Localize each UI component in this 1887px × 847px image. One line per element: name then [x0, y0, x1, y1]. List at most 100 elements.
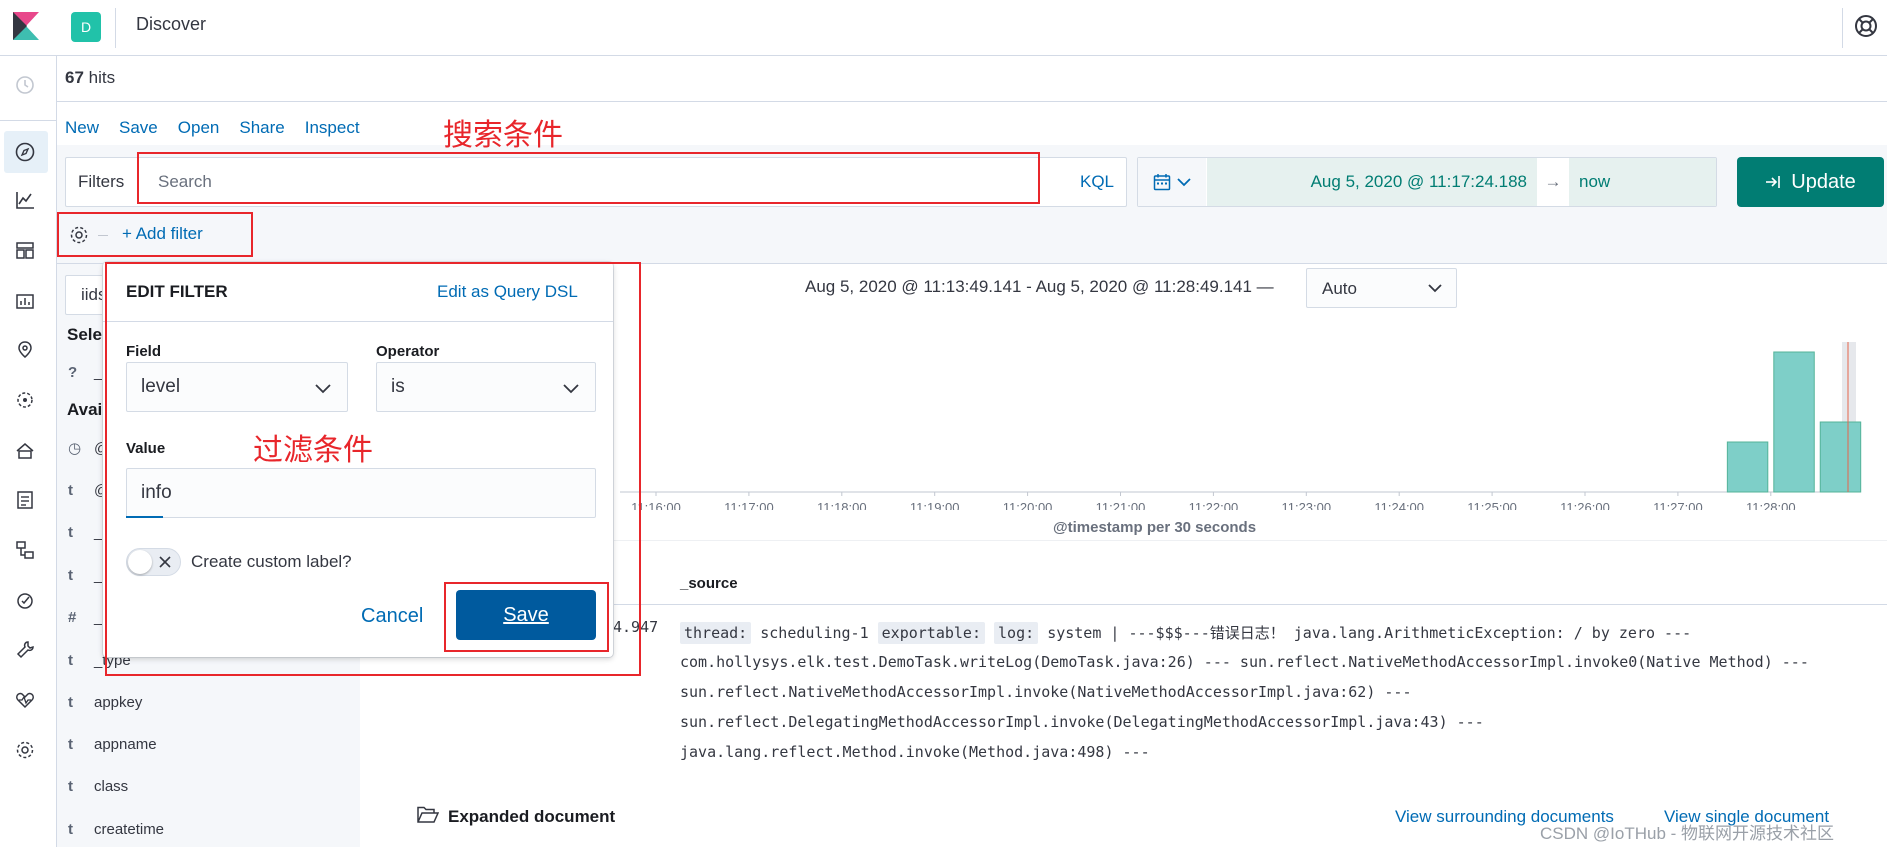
- source-line: com.hollysys.elk.test.DemoTask.writeLog(…: [680, 653, 1809, 671]
- filters-label: Filters: [78, 172, 125, 191]
- histogram-tick-label: 11:28:00: [1746, 500, 1796, 510]
- histogram-chart: 11:16:00 11:17:00 11:18:00 11:19:00 11:20:00…: [620, 342, 1862, 510]
- hits-count: 67 hits: [65, 68, 115, 88]
- histogram-tick-label: 11:25:00: [1467, 500, 1517, 510]
- maps-icon[interactable]: [12, 337, 38, 363]
- histogram-tick-label: 11:27:00: [1653, 500, 1703, 510]
- expanded-document-title: Expanded document: [448, 807, 616, 826]
- available-fields-heading: Avail: [67, 400, 108, 419]
- side-nav: [0, 56, 57, 847]
- field-type-icon: ?: [68, 364, 78, 381]
- management-gear-icon[interactable]: [12, 737, 38, 763]
- source-column-header: _source: [680, 575, 738, 592]
- field-value: system | ---$$$---错误日志！ java.lang.Arithm…: [1047, 624, 1692, 642]
- field-item[interactable]: t appname: [68, 736, 157, 753]
- watermark: CSDN @IoTHub - 物联网开源技术社区: [1540, 824, 1835, 843]
- histogram-tick-label: 11:21:00: [1096, 500, 1146, 510]
- field-type-icon: #: [68, 609, 77, 626]
- nav-divider: [0, 120, 56, 121]
- dev-tools-wrench-icon[interactable]: [12, 637, 38, 663]
- monitoring-heartbeat-icon[interactable]: [12, 687, 38, 713]
- histogram-tick-label: 11:22:00: [1189, 500, 1239, 510]
- hits-divider: [57, 101, 1887, 102]
- discover-compass-icon[interactable]: [12, 139, 38, 165]
- histogram-tick-label: 11:17:00: [724, 500, 774, 510]
- open-link[interactable]: Open: [178, 118, 220, 138]
- field-name: appkey: [94, 694, 143, 711]
- header-divider-right: [1842, 8, 1843, 48]
- refresh-icon: [1766, 176, 1781, 188]
- new-link[interactable]: New: [65, 118, 99, 138]
- save-link[interactable]: Save: [119, 118, 158, 138]
- histogram-bar[interactable]: [1773, 351, 1815, 493]
- histogram-tick-label: 11:26:00: [1560, 500, 1610, 510]
- field-type-icon: t: [68, 524, 73, 541]
- field-type-icon: t: [68, 736, 73, 753]
- histogram-time-range: Aug 5, 2020 @ 11:13:49.141 - Aug 5, 2020…: [805, 277, 1274, 296]
- field-key: thread:: [680, 622, 752, 644]
- visualize-chart-icon[interactable]: [12, 187, 38, 213]
- quick-menu-button[interactable]: [1138, 158, 1206, 206]
- source-line: thread: scheduling-1 exportable: log: sy…: [680, 622, 1692, 644]
- source-line: sun.reflect.NativeMethodAccessorImpl.inv…: [680, 683, 1412, 701]
- add-filter-annotation-box: [57, 212, 253, 257]
- source-line: java.lang.reflect.Method.invoke(Method.j…: [680, 743, 1150, 761]
- filter-annotation-text: 过滤条件: [253, 433, 373, 468]
- calendar-icon: [1153, 174, 1171, 191]
- update-label: Update: [1791, 170, 1856, 193]
- kibana-logo[interactable]: [13, 12, 39, 40]
- start-date-button[interactable]: Aug 5, 2020 @ 11:17:24.188: [1207, 158, 1537, 206]
- field-name: class: [94, 778, 129, 795]
- search-annotation-text: 搜索条件: [443, 118, 563, 153]
- ml-icon[interactable]: [12, 387, 38, 413]
- interval-value: Auto: [1322, 279, 1357, 298]
- field-key: log:: [994, 622, 1039, 644]
- source-line: sun.reflect.DelegatingMethodAccessorImpl…: [680, 713, 1484, 731]
- field-type-icon: t: [68, 482, 73, 499]
- field-item[interactable]: t appkey: [68, 694, 142, 711]
- field-value: scheduling-1: [760, 624, 869, 642]
- field-type-icon: t: [68, 778, 73, 795]
- save-annotation-box: [444, 582, 609, 652]
- histogram-bar[interactable]: [1819, 421, 1862, 493]
- field-type-icon: t: [68, 652, 73, 669]
- date-arrow-icon: →: [1544, 172, 1562, 191]
- interval-select[interactable]: Auto: [1306, 268, 1457, 308]
- dashboard-icon[interactable]: [12, 237, 38, 263]
- table-header-border: [613, 604, 1887, 605]
- header-divider: [115, 8, 116, 48]
- inspect-link[interactable]: Inspect: [305, 118, 360, 138]
- share-link[interactable]: Share: [239, 118, 284, 138]
- field-item[interactable]: t createtime: [68, 821, 164, 838]
- top-header: D Discover: [0, 0, 1887, 56]
- histogram-tick-label: 11:24:00: [1374, 500, 1424, 510]
- histogram-x-label: @timestamp per 30 seconds: [1053, 519, 1257, 536]
- field-item[interactable]: t class: [68, 778, 128, 795]
- clock-icon: ◷: [68, 440, 82, 457]
- field-name: createtime: [94, 821, 165, 838]
- chevron-down-icon: [1177, 178, 1191, 187]
- histogram-tick-label: 11:18:00: [817, 500, 867, 510]
- uptime-icon[interactable]: [12, 587, 38, 613]
- canvas-icon[interactable]: [12, 287, 38, 313]
- field-type-icon: t: [68, 567, 73, 584]
- page-title: Discover: [136, 14, 207, 34]
- infrastructure-icon[interactable]: [12, 437, 38, 463]
- field-type-icon: t: [68, 694, 73, 711]
- space-avatar[interactable]: D: [71, 12, 101, 42]
- folder-open-icon: [417, 806, 440, 829]
- logs-icon[interactable]: [12, 487, 38, 513]
- field-type-icon: t: [68, 821, 73, 838]
- hits-number: 67: [65, 68, 84, 87]
- end-date-button[interactable]: now: [1569, 158, 1716, 206]
- help-icon[interactable]: [1853, 13, 1879, 39]
- apm-icon[interactable]: [12, 537, 38, 563]
- recent-clock-icon[interactable]: [12, 72, 38, 98]
- histogram-tick-label: 11:23:00: [1281, 500, 1331, 510]
- update-button[interactable]: Update: [1737, 157, 1884, 207]
- hits-label: hits: [88, 68, 116, 87]
- top-nav-menu: New Save Open Share Inspect: [65, 118, 360, 138]
- histogram-bar[interactable]: [1726, 441, 1769, 493]
- field-key: exportable:: [877, 622, 985, 644]
- kql-language-button[interactable]: KQL: [1080, 172, 1114, 192]
